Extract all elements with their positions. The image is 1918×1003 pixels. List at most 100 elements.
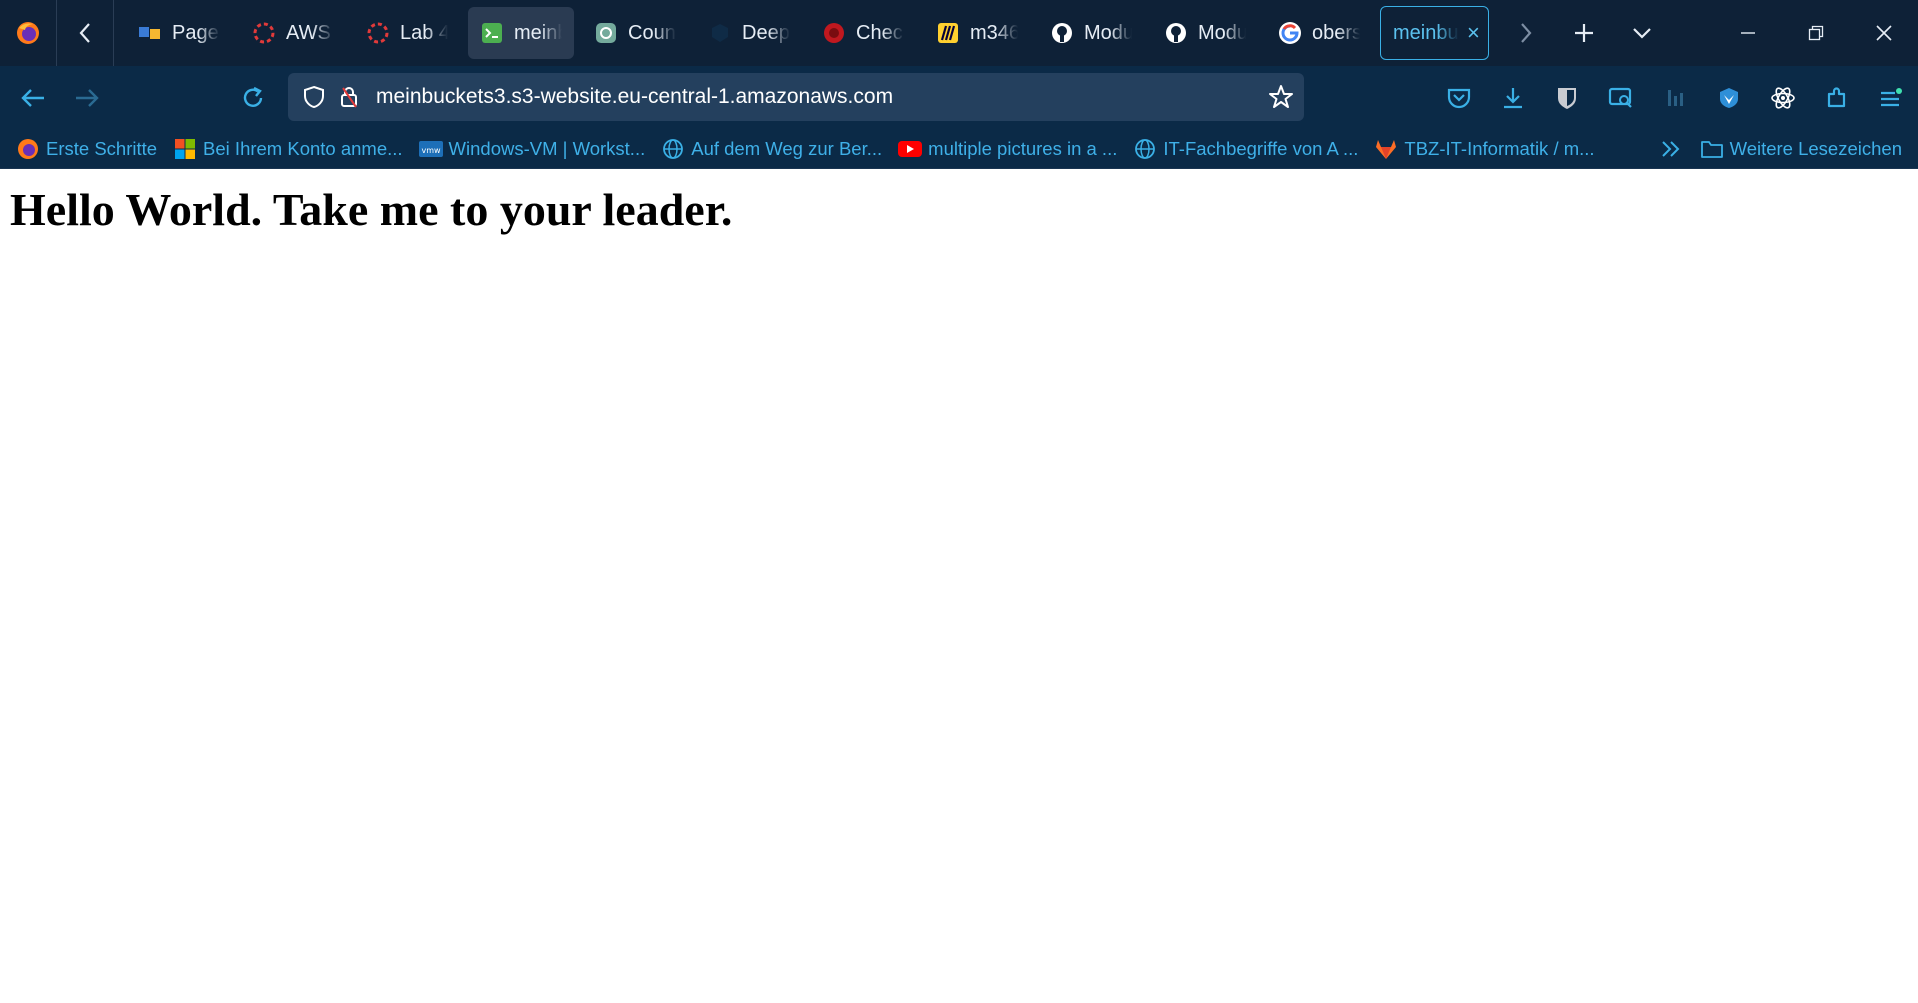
minimize-icon — [1741, 32, 1755, 34]
miro-icon — [936, 21, 960, 45]
bars-icon — [1668, 90, 1683, 106]
firefox-menu-button[interactable] — [0, 0, 57, 66]
aws-academy-icon — [252, 21, 276, 45]
reload-button[interactable] — [226, 66, 280, 130]
react-devtools-button[interactable] — [1756, 66, 1810, 130]
tracking-protection-icon[interactable] — [294, 85, 334, 109]
tab-modu-1[interactable]: Modu — [1038, 7, 1144, 59]
gitlab-icon — [1374, 137, 1398, 161]
tab-m346[interactable]: m346 — [924, 7, 1030, 59]
close-window-button[interactable] — [1850, 0, 1918, 66]
window-controls — [1714, 0, 1918, 66]
bookmarks-overflow: Weitere Lesezeichen — [1660, 130, 1902, 168]
tab-label: Lab 4. — [400, 21, 448, 45]
tab-label: meinbu — [1393, 21, 1459, 45]
bookmark-star-icon[interactable] — [1268, 84, 1294, 115]
restore-button[interactable] — [1782, 0, 1850, 66]
tab-check[interactable]: Check — [810, 7, 916, 59]
tab-meinbu-active[interactable]: meinbu × — [1380, 6, 1489, 60]
chevron-left-icon — [79, 23, 90, 43]
stats-extension-button[interactable] — [1648, 66, 1702, 130]
app-menu-button[interactable] — [1864, 66, 1918, 130]
restore-icon — [1808, 25, 1824, 41]
tab-label: meinb — [514, 21, 562, 45]
tab-list: Page E AWS A Lab 4. meinb — [114, 0, 1497, 66]
close-icon — [1876, 25, 1892, 41]
bitwarden-button[interactable] — [1540, 66, 1594, 130]
close-tab-icon[interactable]: × — [1467, 20, 1480, 46]
bookmark-auf-dem-weg[interactable]: Auf dem Weg zur Ber... — [661, 137, 882, 161]
downloads-button[interactable] — [1486, 66, 1540, 130]
tab-label: Counc — [628, 21, 676, 45]
chevron-down-icon — [1633, 28, 1651, 39]
minimize-button[interactable] — [1714, 0, 1782, 66]
fox-extension-button[interactable] — [1702, 66, 1756, 130]
download-icon — [1504, 88, 1522, 109]
extensions-button[interactable] — [1810, 66, 1864, 130]
pocket-icon — [1447, 88, 1471, 109]
site-info-lock-icon[interactable] — [334, 85, 364, 109]
arrow-left-icon — [21, 89, 44, 107]
page-content: Hello World. Take me to your leader. — [0, 169, 1918, 1003]
tab-counc[interactable]: Counc — [582, 7, 688, 59]
tab-label: Modu — [1198, 21, 1246, 45]
firefox-icon — [17, 22, 39, 44]
bookmark-windows-vm[interactable]: vmw Windows-VM | Workst... — [418, 137, 646, 161]
firefox-icon — [16, 137, 40, 161]
aws-academy-icon — [366, 21, 390, 45]
github-icon — [1164, 21, 1188, 45]
screenshot-button[interactable] — [1594, 66, 1648, 130]
tab-label: m346 — [970, 21, 1018, 45]
tab-strip: Page E AWS A Lab 4. meinb — [0, 0, 1918, 66]
bookmark-label: Windows-VM | Workst... — [448, 138, 646, 159]
tab-aws-a[interactable]: AWS A — [240, 7, 346, 59]
vmware-icon: vmw — [418, 137, 443, 161]
page-heading: Hello World. Take me to your leader. — [10, 184, 733, 235]
back-button[interactable] — [6, 66, 60, 130]
fox-shield-icon — [1720, 88, 1738, 108]
bookmark-microsoft-login[interactable]: Bei Ihrem Konto anme... — [173, 137, 403, 161]
youtube-icon — [898, 137, 923, 161]
bookmark-tbz-it[interactable]: TBZ-IT-Informatik / m... — [1374, 137, 1595, 161]
tab-scroll-left-button[interactable] — [57, 0, 114, 66]
other-bookmarks-folder[interactable]: Weitere Lesezeichen — [1700, 137, 1902, 161]
openai-icon — [594, 21, 618, 45]
github-icon — [1050, 21, 1074, 45]
pocket-button[interactable] — [1432, 66, 1486, 130]
hamburger-menu-icon — [1881, 88, 1902, 107]
tab-obersi[interactable]: obersi — [1266, 7, 1372, 59]
tab-lab-4[interactable]: Lab 4. — [354, 7, 460, 59]
google-icon — [1278, 21, 1302, 45]
svg-text:vmw: vmw — [421, 146, 441, 155]
page-badge-icon — [138, 21, 162, 45]
new-tab-button[interactable] — [1555, 0, 1613, 66]
tab-label: Page E — [172, 21, 220, 45]
tab-modu-2[interactable]: Modu — [1152, 7, 1258, 59]
reload-icon — [243, 86, 263, 107]
address-bar[interactable]: meinbuckets3.s3-website.eu-central-1.ama… — [288, 73, 1304, 121]
list-all-tabs-button[interactable] — [1613, 0, 1671, 66]
bookmark-label: TBZ-IT-Informatik / m... — [1404, 138, 1595, 159]
more-bookmarks-chevron-icon[interactable] — [1660, 139, 1682, 159]
tab-label: DeepL — [742, 21, 790, 45]
extensions-toolbar — [1432, 66, 1918, 130]
bookmark-multiple-pictures[interactable]: multiple pictures in a ... — [898, 137, 1117, 161]
folder-icon — [1700, 137, 1724, 161]
tab-label: Modu — [1084, 21, 1132, 45]
plus-icon — [1574, 24, 1593, 42]
tab-scroll-right-button[interactable] — [1497, 0, 1555, 66]
bookmark-it-fachbegriffe[interactable]: IT-Fachbegriffe von A ... — [1133, 137, 1358, 161]
red-badge-icon — [822, 21, 846, 45]
url-text: meinbuckets3.s3-website.eu-central-1.ama… — [376, 85, 894, 108]
bookmark-label: Auf dem Weg zur Ber... — [691, 138, 883, 159]
tab-label: AWS A — [286, 21, 334, 45]
bookmark-erste-schritte[interactable]: Erste Schritte — [16, 137, 157, 161]
tab-meinb[interactable]: meinb — [468, 7, 574, 59]
bookmarks-toolbar: Erste Schritte Bei Ihrem Konto anme... v… — [0, 130, 1918, 169]
tab-page-e[interactable]: Page E — [126, 7, 232, 59]
bookmark-label: Erste Schritte — [46, 138, 158, 159]
forward-button[interactable] — [60, 66, 114, 130]
browser-window: Page E AWS A Lab 4. meinb — [0, 0, 1918, 1003]
tab-label: obersi — [1312, 21, 1360, 45]
tab-deepl[interactable]: DeepL — [696, 7, 802, 59]
